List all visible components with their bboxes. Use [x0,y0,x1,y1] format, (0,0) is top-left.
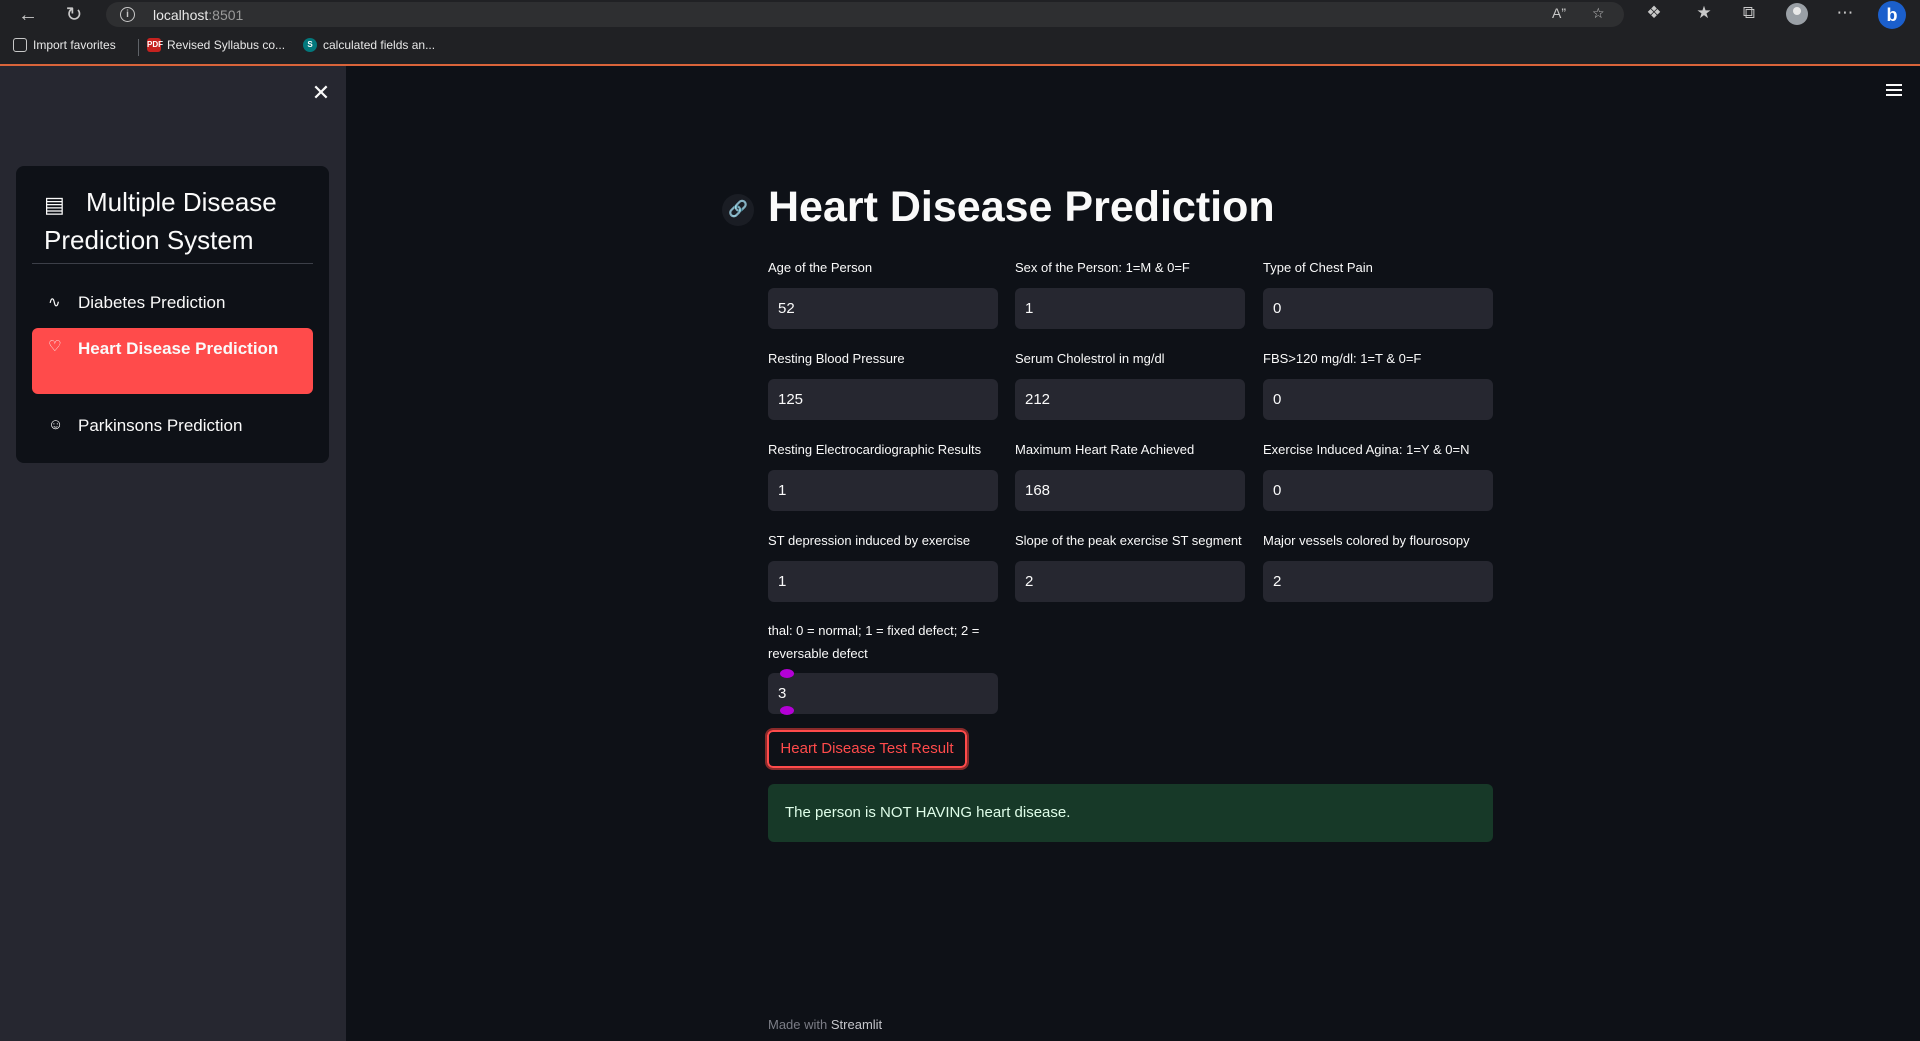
field-label: Age of the Person [768,260,873,275]
st-depression-input[interactable]: 1 [768,561,998,602]
field-label: Maximum Heart Rate Achieved [1015,442,1195,457]
field-label: Serum Cholestrol in mg/dl [1015,351,1165,366]
resting-bp-field: Resting Blood Pressure 125 [768,347,998,420]
info-icon[interactable]: i [120,7,135,22]
bookmark-import-favorites[interactable]: Import favorites [13,38,116,52]
field-label: Resting Blood Pressure [768,351,905,366]
fbs-field: FBS>120 mg/dl: 1=T & 0=F 0 [1263,347,1493,420]
success-alert: The person is NOT HAVING heart disease. [768,784,1493,842]
ecg-input[interactable]: 1 [768,470,998,511]
address-bar[interactable]: i localhost:8501 A” ☆ [106,2,1624,27]
url-text: localhost:8501 [153,7,244,23]
chest-pain-field: Type of Chest Pain 0 [1263,256,1493,329]
activity-icon: ∿ [48,294,61,311]
cholesterol-field: Serum Cholestrol in mg/dl 212 [1015,347,1245,420]
max-heart-rate-field: Maximum Heart Rate Achieved 168 [1015,438,1245,511]
field-label: Slope of the peak exercise ST segment [1015,533,1242,548]
field-label: ST depression induced by exercise [768,533,971,548]
sidebar-item-label: Heart Disease Prediction [78,339,279,358]
thal-input[interactable]: 3 [768,673,998,714]
field-label: Exercise Induced Agina: 1=Y & 0=N [1263,442,1470,457]
sidebar-item-label: Diabetes Prediction [78,293,226,312]
back-arrow-icon[interactable]: ← [15,2,41,28]
spinner-up-icon[interactable] [780,669,794,678]
extensions-icon[interactable]: ❖ [1642,3,1666,23]
bing-copilot-icon[interactable]: b [1878,1,1906,29]
sex-field: Sex of the Person: 1=M & 0=F 1 [1015,256,1245,329]
st-slope-field: Slope of the peak exercise ST segment 2 [1015,529,1245,602]
field-label: thal: 0 = normal; 1 = fixed defect; 2 = … [768,623,980,661]
option-menu: ▤ Multiple Disease Prediction System ∿ D… [16,166,329,463]
st-depression-field: ST depression induced by exercise 1 [768,529,998,602]
collections-icon[interactable]: ⧉ [1737,3,1761,23]
import-icon [13,38,27,52]
st-slope-input[interactable]: 2 [1015,561,1245,602]
thal-value: 3 [778,685,787,702]
sidebar-item-diabetes[interactable]: ∿ Diabetes Prediction [32,279,313,327]
bookmark-calculated-fields[interactable]: S calculated fields an... [303,38,435,52]
thal-field: thal: 0 = normal; 1 = fixed defect; 2 = … [768,619,998,715]
more-options-icon[interactable]: ⋯ [1833,3,1857,23]
field-label: FBS>120 mg/dl: 1=T & 0=F [1263,351,1422,366]
age-field: Age of the Person 52 [768,256,998,329]
add-favorite-icon[interactable]: ☆ [1592,5,1605,22]
menu-title: Multiple Disease Prediction System [44,187,277,255]
main-menu-icon[interactable] [1886,84,1902,99]
major-vessels-field: Major vessels colored by flourosopy 2 [1263,529,1493,602]
ecg-field: Resting Electrocardiographic Results 1 [768,438,998,511]
menu-divider [32,263,313,264]
age-input[interactable]: 52 [768,288,998,329]
field-label: Sex of the Person: 1=M & 0=F [1015,260,1190,275]
close-sidebar-icon[interactable]: ✕ [311,80,331,106]
sex-input[interactable]: 1 [1015,288,1245,329]
chest-pain-input[interactable]: 0 [1263,288,1493,329]
profile-avatar[interactable] [1786,3,1808,25]
browser-toolbar: ← ↻ i localhost:8501 A” ☆ ❖ ★ ⧉ ⋯ b [0,0,1920,29]
page-title: Heart Disease Prediction [768,183,1275,231]
field-label: Major vessels colored by flourosopy [1263,533,1470,548]
sharepoint-icon: S [303,38,317,52]
exercise-angina-input[interactable]: 0 [1263,470,1493,511]
sidebar-item-heart-disease[interactable]: ♡ Heart Disease Prediction [32,328,313,394]
pdf-icon: PDF [147,38,163,52]
sidebar-item-label: Parkinsons Prediction [78,416,243,435]
resting-bp-input[interactable]: 125 [768,379,998,420]
sidebar: ✕ ▤ Multiple Disease Prediction System ∿… [0,66,346,1041]
person-icon: ☺ [48,416,64,433]
bookmark-label: Import favorites [33,38,116,52]
refresh-icon[interactable]: ↻ [61,2,87,28]
bookmark-label: calculated fields an... [323,38,436,52]
field-label: Resting Electrocardiographic Results [768,442,982,457]
bookmark-label: Revised Syllabus co... [167,38,286,52]
bookmark-revised-syllabus[interactable]: PDF Revised Syllabus co... [147,38,285,52]
cholesterol-input[interactable]: 212 [1015,379,1245,420]
fbs-input[interactable]: 0 [1263,379,1493,420]
bookmark-separator [138,39,139,56]
exercise-angina-field: Exercise Induced Agina: 1=Y & 0=N 0 [1263,438,1493,511]
favorites-icon[interactable]: ★ [1692,3,1716,23]
footer: Made with Streamlit [768,1017,882,1032]
spinner-down-icon[interactable] [780,706,794,715]
link-icon[interactable]: 🔗 [722,194,754,226]
footer-brand-link[interactable]: Streamlit [831,1017,882,1032]
max-heart-rate-input[interactable]: 168 [1015,470,1245,511]
bookmarks-bar: Import favorites PDF Revised Syllabus co… [0,29,1920,66]
test-result-button[interactable]: Heart Disease Test Result [765,728,969,770]
major-vessels-input[interactable]: 2 [1263,561,1493,602]
footer-prefix: Made with [768,1017,828,1032]
field-label: Type of Chest Pain [1263,260,1373,275]
read-aloud-icon[interactable]: A” [1552,5,1566,21]
sidebar-item-parkinsons[interactable]: ☺ Parkinsons Prediction [32,402,313,450]
